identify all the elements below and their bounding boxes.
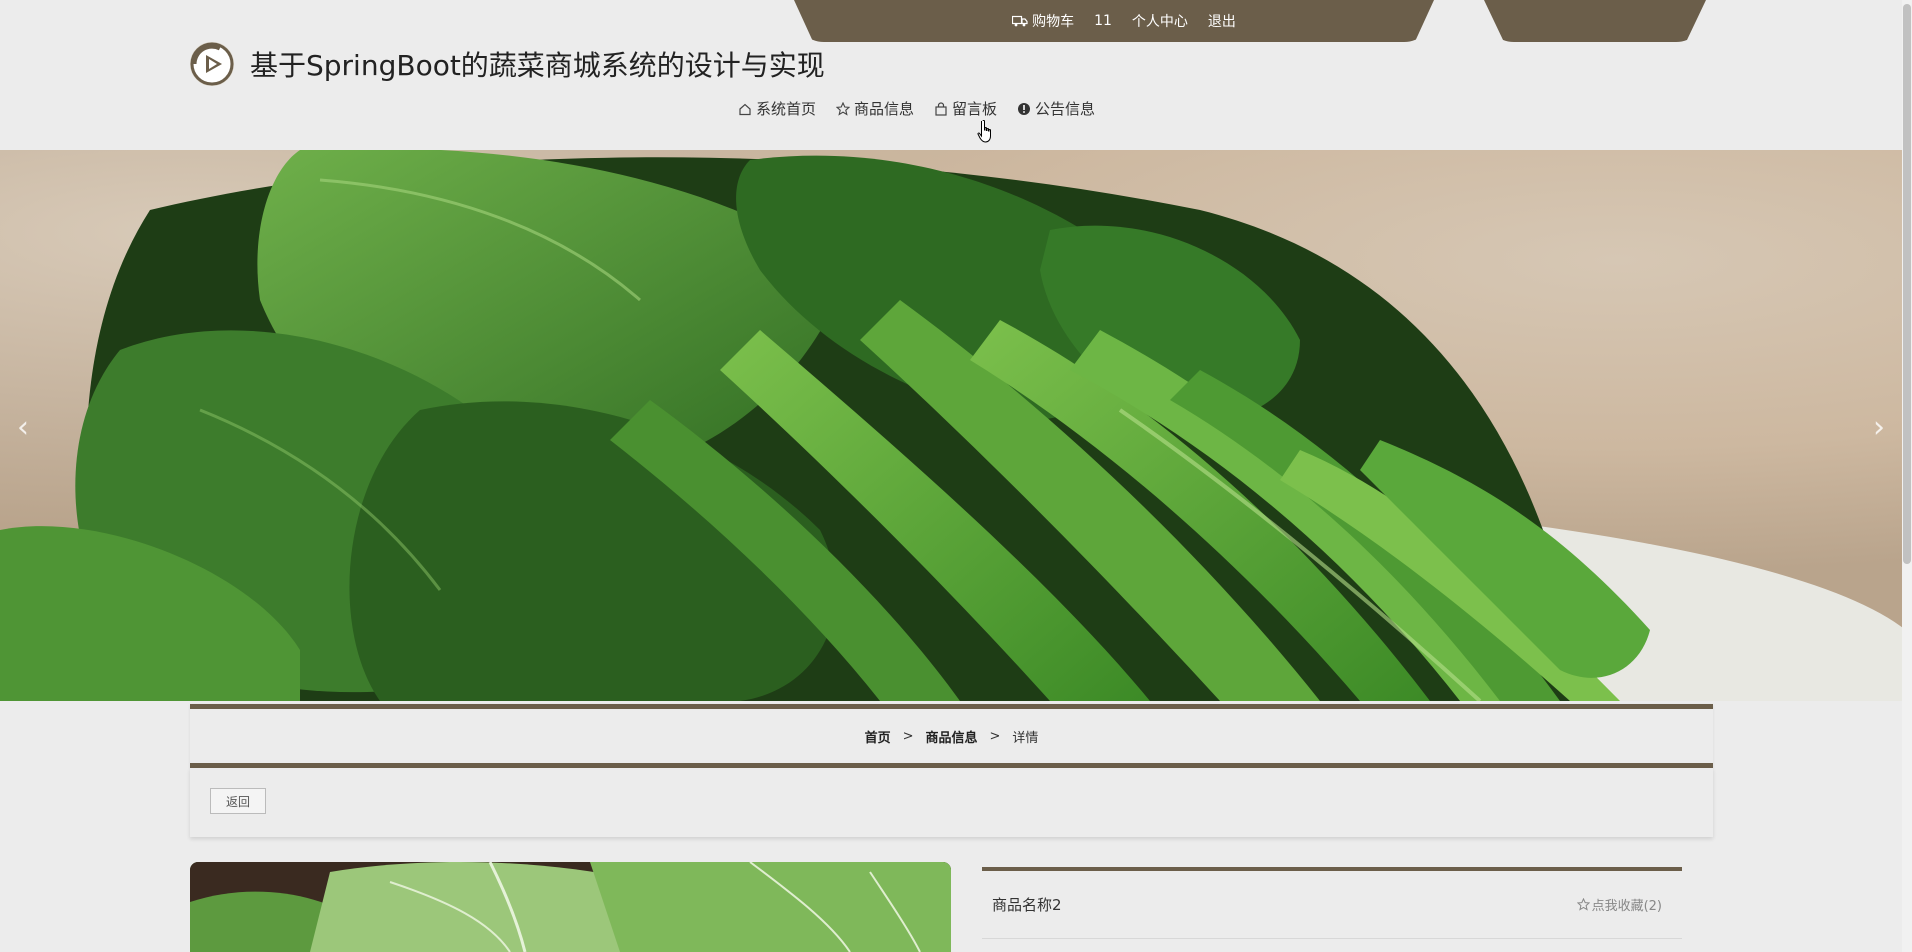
product-title-row: 商品名称2 点我收藏(2) xyxy=(982,871,1682,939)
site-title: 基于SpringBoot的蔬菜商城系统的设计与实现 xyxy=(250,49,825,82)
nav-item-home[interactable]: 系统首页 xyxy=(738,98,816,119)
hero-banner[interactable]: ‹ › xyxy=(0,150,1902,701)
breadcrumb-bar: 首页 > 商品信息 > 详情 xyxy=(190,704,1713,768)
page: 购物车 11 个人中心 退出 基于SpringBoot的蔬菜商城系统的设计与实现… xyxy=(0,0,1912,952)
breadcrumb-sep: > xyxy=(902,728,914,744)
back-button[interactable]: 返回 xyxy=(210,788,266,814)
favorite-label: 点我收藏(2) xyxy=(1591,899,1662,914)
breadcrumb: 首页 > 商品信息 > 详情 xyxy=(865,727,1039,746)
nav-label: 商品信息 xyxy=(854,100,915,118)
banner-prev-arrow[interactable]: ‹ xyxy=(8,410,38,445)
star-outline-icon xyxy=(1576,898,1590,911)
nav-item-products[interactable]: 商品信息 xyxy=(836,98,914,119)
product-name: 商品名称2 xyxy=(992,896,1062,914)
breadcrumb-category[interactable]: 商品信息 xyxy=(925,727,977,746)
logout-link[interactable]: 退出 xyxy=(1208,11,1236,31)
bag-icon xyxy=(935,101,947,116)
nav-label: 系统首页 xyxy=(756,100,817,118)
cart-label: 购物车 xyxy=(1032,14,1075,30)
product-info-panel: 商品名称2 点我收藏(2) xyxy=(982,867,1682,939)
nav-label: 公告信息 xyxy=(1035,100,1096,118)
product-vegetable-image xyxy=(190,862,951,952)
truck-icon xyxy=(1012,15,1028,27)
product-image[interactable] xyxy=(190,862,951,952)
scrollbar-thumb[interactable] xyxy=(1903,4,1911,564)
main-nav: 系统首页 商品信息 留言板 公告信息 xyxy=(738,98,1095,119)
breadcrumb-sep: > xyxy=(989,728,1001,744)
home-icon xyxy=(739,103,751,115)
page-scrollbar[interactable] xyxy=(1902,0,1912,952)
favorite-button[interactable]: 点我收藏(2) xyxy=(1576,895,1662,914)
banner-next-arrow[interactable]: › xyxy=(1864,410,1894,445)
site-logo[interactable] xyxy=(190,42,234,86)
nav-label: 留言板 xyxy=(952,100,998,118)
info-icon xyxy=(1018,102,1031,115)
breadcrumb-current: 详情 xyxy=(1012,730,1039,746)
breadcrumb-home[interactable]: 首页 xyxy=(865,727,891,746)
mouse-cursor-icon xyxy=(977,120,991,143)
nav-item-notices[interactable]: 公告信息 xyxy=(1017,98,1095,119)
star-icon xyxy=(836,101,851,116)
vegetable-image xyxy=(0,150,1902,701)
cart-link[interactable]: 购物车 xyxy=(1012,11,1074,31)
top-user-bar: 购物车 11 个人中心 退出 xyxy=(794,0,1434,42)
back-bar: 返回 xyxy=(190,768,1713,837)
top-side-tab xyxy=(1484,0,1706,42)
profile-link[interactable]: 个人中心 xyxy=(1132,11,1188,31)
site-header: 基于SpringBoot的蔬菜商城系统的设计与实现 xyxy=(190,42,825,86)
username-link[interactable]: 11 xyxy=(1094,13,1112,29)
nav-item-messages[interactable]: 留言板 xyxy=(934,98,997,119)
play-logo-icon xyxy=(190,42,234,86)
